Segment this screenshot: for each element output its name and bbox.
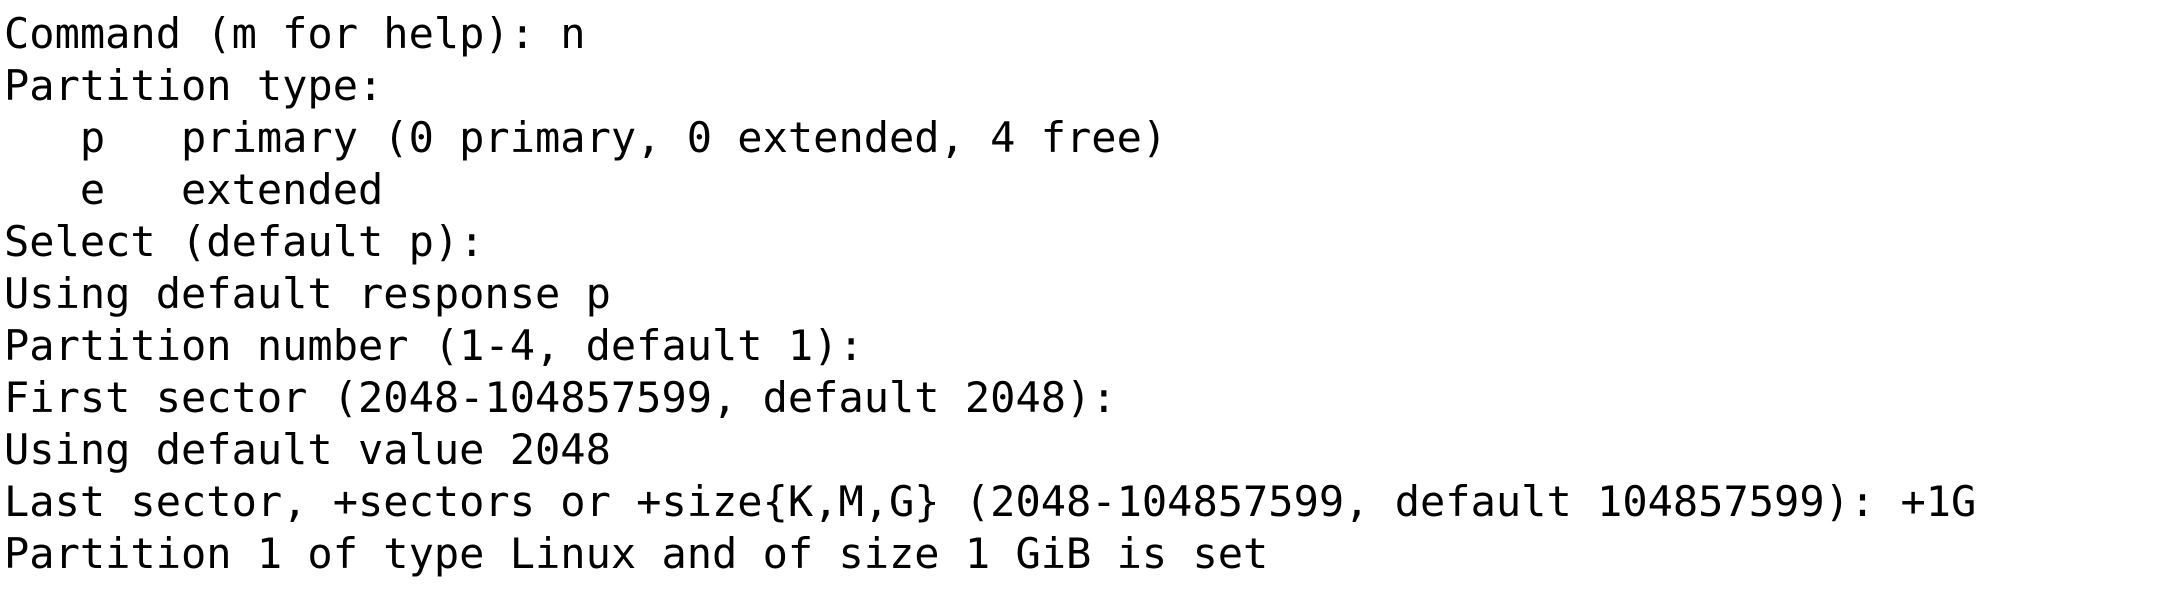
first-sector-prompt: First sector (2048-104857599, default 20…	[4, 373, 1117, 422]
select-type-prompt: Select (default p):	[4, 217, 485, 266]
last-sector-prompt: Last sector, +sectors or +size{K,M,G} (2…	[4, 477, 1977, 526]
partition-created-message: Partition 1 of type Linux and of size 1 …	[4, 529, 1269, 578]
default-value-message: Using default value 2048	[4, 425, 611, 474]
partition-type-option-primary: p primary (0 primary, 0 extended, 4 free…	[4, 113, 1168, 162]
partition-number-prompt: Partition number (1-4, default 1):	[4, 321, 864, 370]
default-response-message: Using default response p	[4, 269, 611, 318]
partition-type-heading: Partition type:	[4, 61, 384, 110]
command-prompt-line: Command (m for help): n	[4, 9, 586, 58]
terminal-output: Command (m for help): n Partition type: …	[0, 0, 2163, 594]
partition-type-option-extended: e extended	[4, 165, 384, 214]
